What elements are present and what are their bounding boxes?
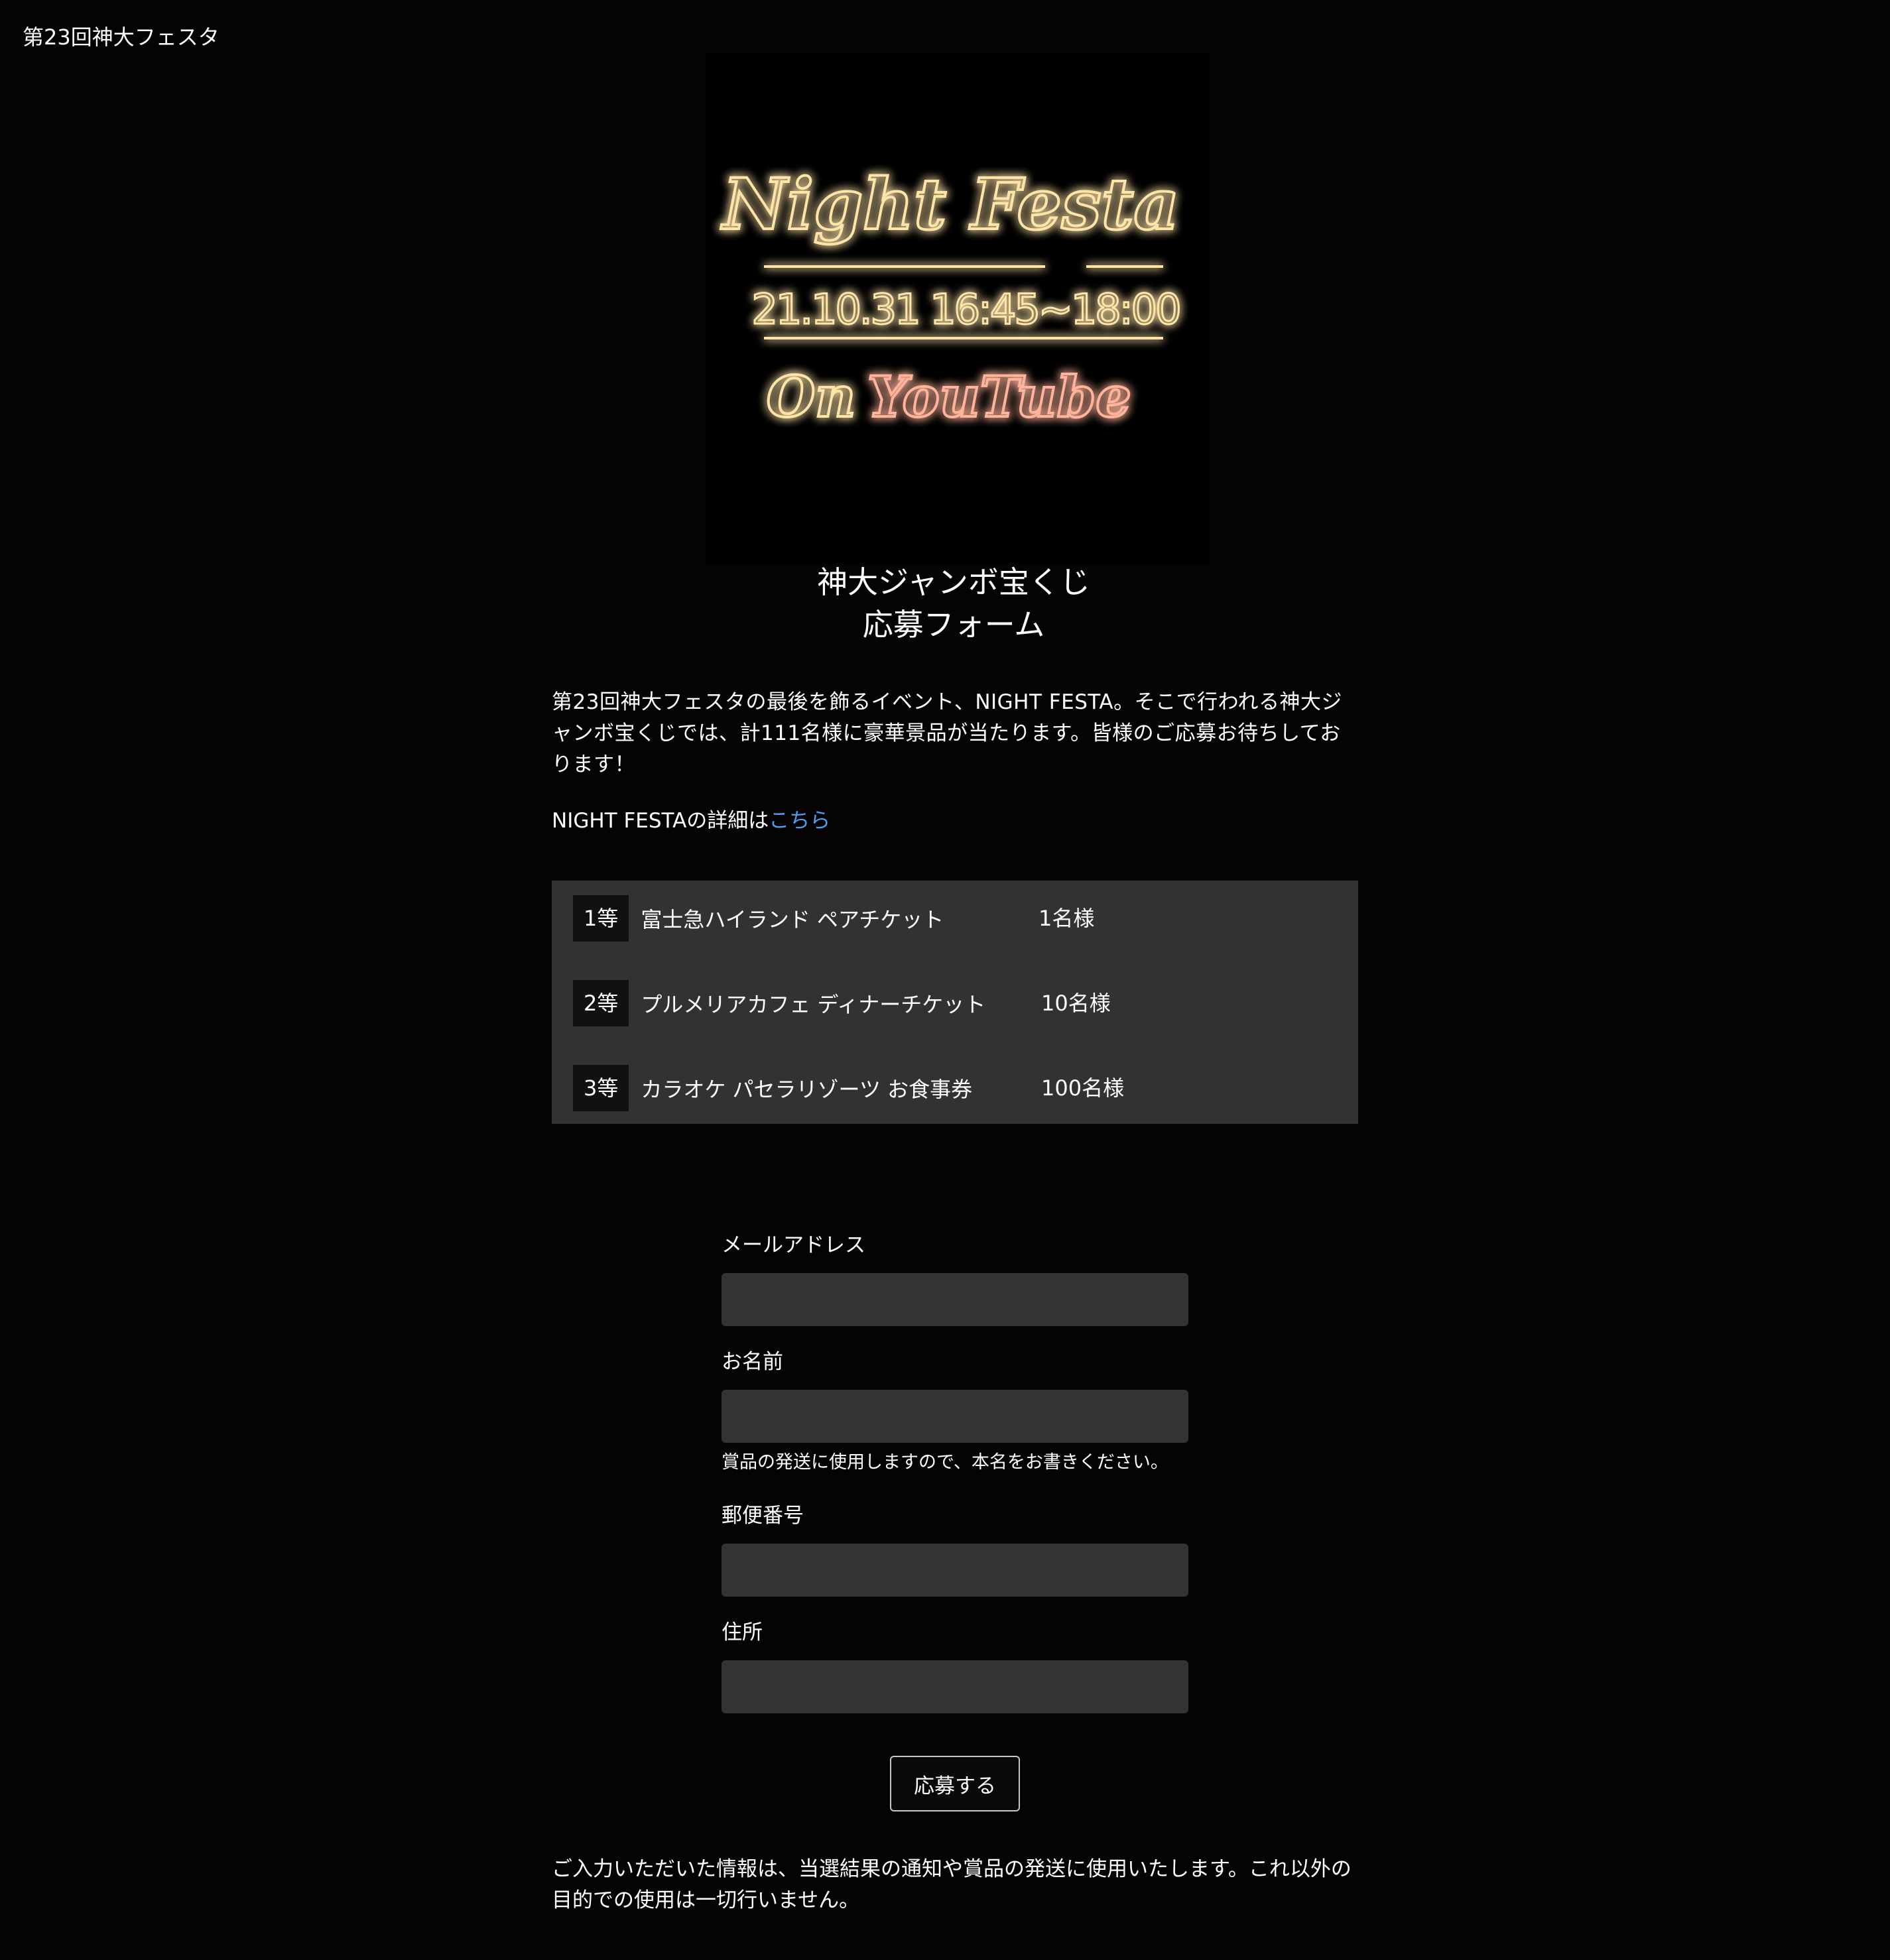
postal-field[interactable]	[722, 1544, 1188, 1597]
hero-line-3a: On	[767, 364, 855, 430]
hero-line-2: 21.10.31 16:45~18:00	[751, 285, 1179, 334]
address-label: 住所	[722, 1621, 763, 1644]
address-field[interactable]	[722, 1660, 1188, 1713]
hero-image: Night Festa 21.10.31 16:45~18:00 On YouT…	[706, 53, 1210, 564]
prize-count: 1名様	[1039, 906, 1095, 931]
hero-line-1: Night Festa	[721, 162, 1179, 245]
prize-name: 富士急ハイランド ペアチケット	[641, 907, 944, 932]
page-title: 神大ジャンボ宝くじ 応募フォーム	[552, 561, 1355, 646]
prize-row: 1等 富士急ハイランド ペアチケット 1名様	[573, 895, 1358, 942]
prize-rank: 1等	[573, 895, 629, 942]
prize-name: カラオケ パセラリゾーツ お食事券	[641, 1077, 973, 1102]
email-field[interactable]	[722, 1273, 1188, 1326]
name-field[interactable]	[722, 1390, 1188, 1443]
prize-count: 100名様	[1041, 1075, 1125, 1101]
prize-rank: 2等	[573, 980, 629, 1026]
privacy-note: ご入力いただいた情報は、当選結果の通知や賞品の発送に使用いたします。これ以外の目…	[552, 1857, 1352, 1912]
prize-rank: 3等	[573, 1065, 629, 1111]
night-festa-neon-sign: Night Festa 21.10.31 16:45~18:00 On YouT…	[706, 53, 1210, 564]
intro-text: 第23回神大フェスタの最後を飾るイベント、NIGHT FESTA。そこで行われる…	[552, 690, 1343, 776]
submit-button[interactable]: 応募する	[890, 1756, 1020, 1811]
prize-count: 10名様	[1041, 991, 1111, 1016]
page-title-line-2: 応募フォーム	[862, 607, 1045, 643]
prize-row: 3等 カラオケ パセラリゾーツ お食事券 100名様	[573, 1065, 1358, 1111]
name-label: お名前	[722, 1350, 783, 1374]
postal-label: 郵便番号	[722, 1504, 804, 1528]
site-name[interactable]: 第23回神大フェスタ	[23, 23, 220, 52]
prize-name: プルメリアカフェ ディナーチケット	[641, 992, 986, 1017]
detail-prefix: NIGHT FESTAの詳細は	[552, 809, 769, 833]
email-label: メールアドレス	[722, 1233, 865, 1257]
detail-link[interactable]: こちら	[769, 809, 830, 833]
page-title-line-1: 神大ジャンボ宝くじ	[817, 564, 1090, 600]
hero-line-3b: YouTube	[867, 364, 1131, 430]
detail-line: NIGHT FESTAの詳細はこちら	[552, 806, 830, 835]
name-hint: 賞品の発送に使用しますので、本名をお書きください。	[722, 1452, 1168, 1473]
prize-list: 1等 富士急ハイランド ペアチケット 1名様 2等 プルメリアカフェ ディナーチ…	[552, 881, 1358, 1124]
prize-row: 2等 プルメリアカフェ ディナーチケット 10名様	[573, 980, 1358, 1026]
